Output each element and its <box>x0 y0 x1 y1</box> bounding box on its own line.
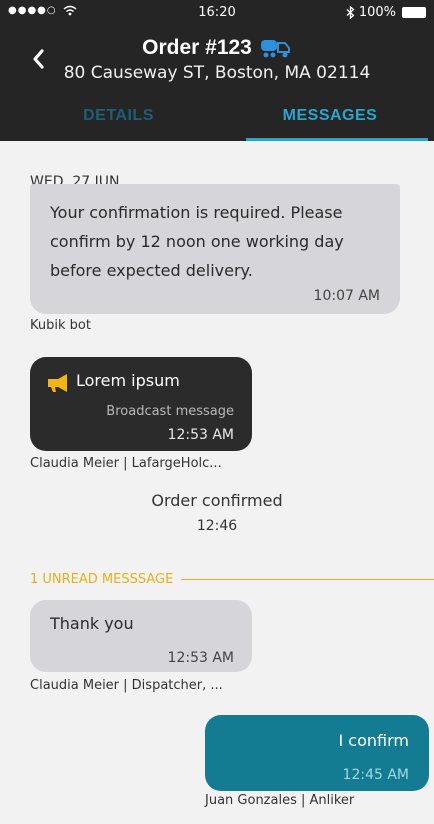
message-sender: Juan Gonzales | Anliker <box>205 793 355 808</box>
status-bar: ●●●●○ 16:20 100% <box>0 0 434 26</box>
message-text: Thank you <box>50 614 134 633</box>
tab-details[interactable]: DETAILS <box>10 100 227 141</box>
app-header: ●●●●○ 16:20 100% Order #123 80 Causeway … <box>0 0 434 141</box>
message-sender: Kubik bot <box>30 318 91 333</box>
system-message-time: 12:46 <box>196 518 238 534</box>
order-title-row: Order #123 <box>0 36 434 60</box>
unread-divider: 1 UNREAD MESSSAGE <box>30 570 434 588</box>
message-timestamp: 12:53 AM <box>167 650 234 666</box>
tab-messages[interactable]: MESSAGES <box>230 100 430 141</box>
message-timestamp: 10:07 AM <box>313 288 380 304</box>
system-message: Order confirmed <box>151 491 283 510</box>
megaphone-icon <box>48 374 67 392</box>
order-address: 80 Causeway ST, Boston, MA 02114 <box>63 63 371 83</box>
battery-percent: 100% <box>358 5 396 20</box>
bot-message-bubble[interactable]: Your confirmation is required. Please co… <box>30 184 400 314</box>
status-right: 100% <box>346 5 426 20</box>
bot-message-line: confirm by 12 noon one working day <box>50 232 344 251</box>
message-sender: Claudia Meier | LafargeHolc... <box>30 456 222 471</box>
broadcast-message-bubble[interactable]: Lorem ipsum Broadcast message 12:53 AM <box>30 357 252 451</box>
battery-icon <box>402 7 426 18</box>
bot-message-line: before expected delivery. <box>50 261 253 280</box>
bot-message-text: Your confirmation is required. Please co… <box>50 198 380 285</box>
tab-bar: DETAILS MESSAGES <box>0 100 434 141</box>
unread-divider-line <box>181 578 434 580</box>
broadcast-title: Lorem ipsum <box>76 371 180 390</box>
truck-icon <box>260 40 290 58</box>
message-timestamp: 12:45 AM <box>342 767 409 783</box>
broadcast-label: Broadcast message <box>106 404 234 419</box>
message-timestamp: 12:53 AM <box>167 427 234 443</box>
unread-label: 1 UNREAD MESSSAGE <box>30 571 174 587</box>
message-text: I confirm <box>338 731 410 750</box>
incoming-message-bubble[interactable]: Thank you 12:53 AM <box>30 600 252 672</box>
active-tab-indicator <box>246 138 428 141</box>
message-sender: Claudia Meier | Dispatcher, ... <box>30 678 223 693</box>
outgoing-message-bubble[interactable]: I confirm 12:45 AM <box>205 715 429 791</box>
bot-message-line: Your confirmation is required. Please <box>50 203 343 222</box>
page-title: Order #123 <box>142 36 252 59</box>
bluetooth-icon <box>346 6 355 19</box>
